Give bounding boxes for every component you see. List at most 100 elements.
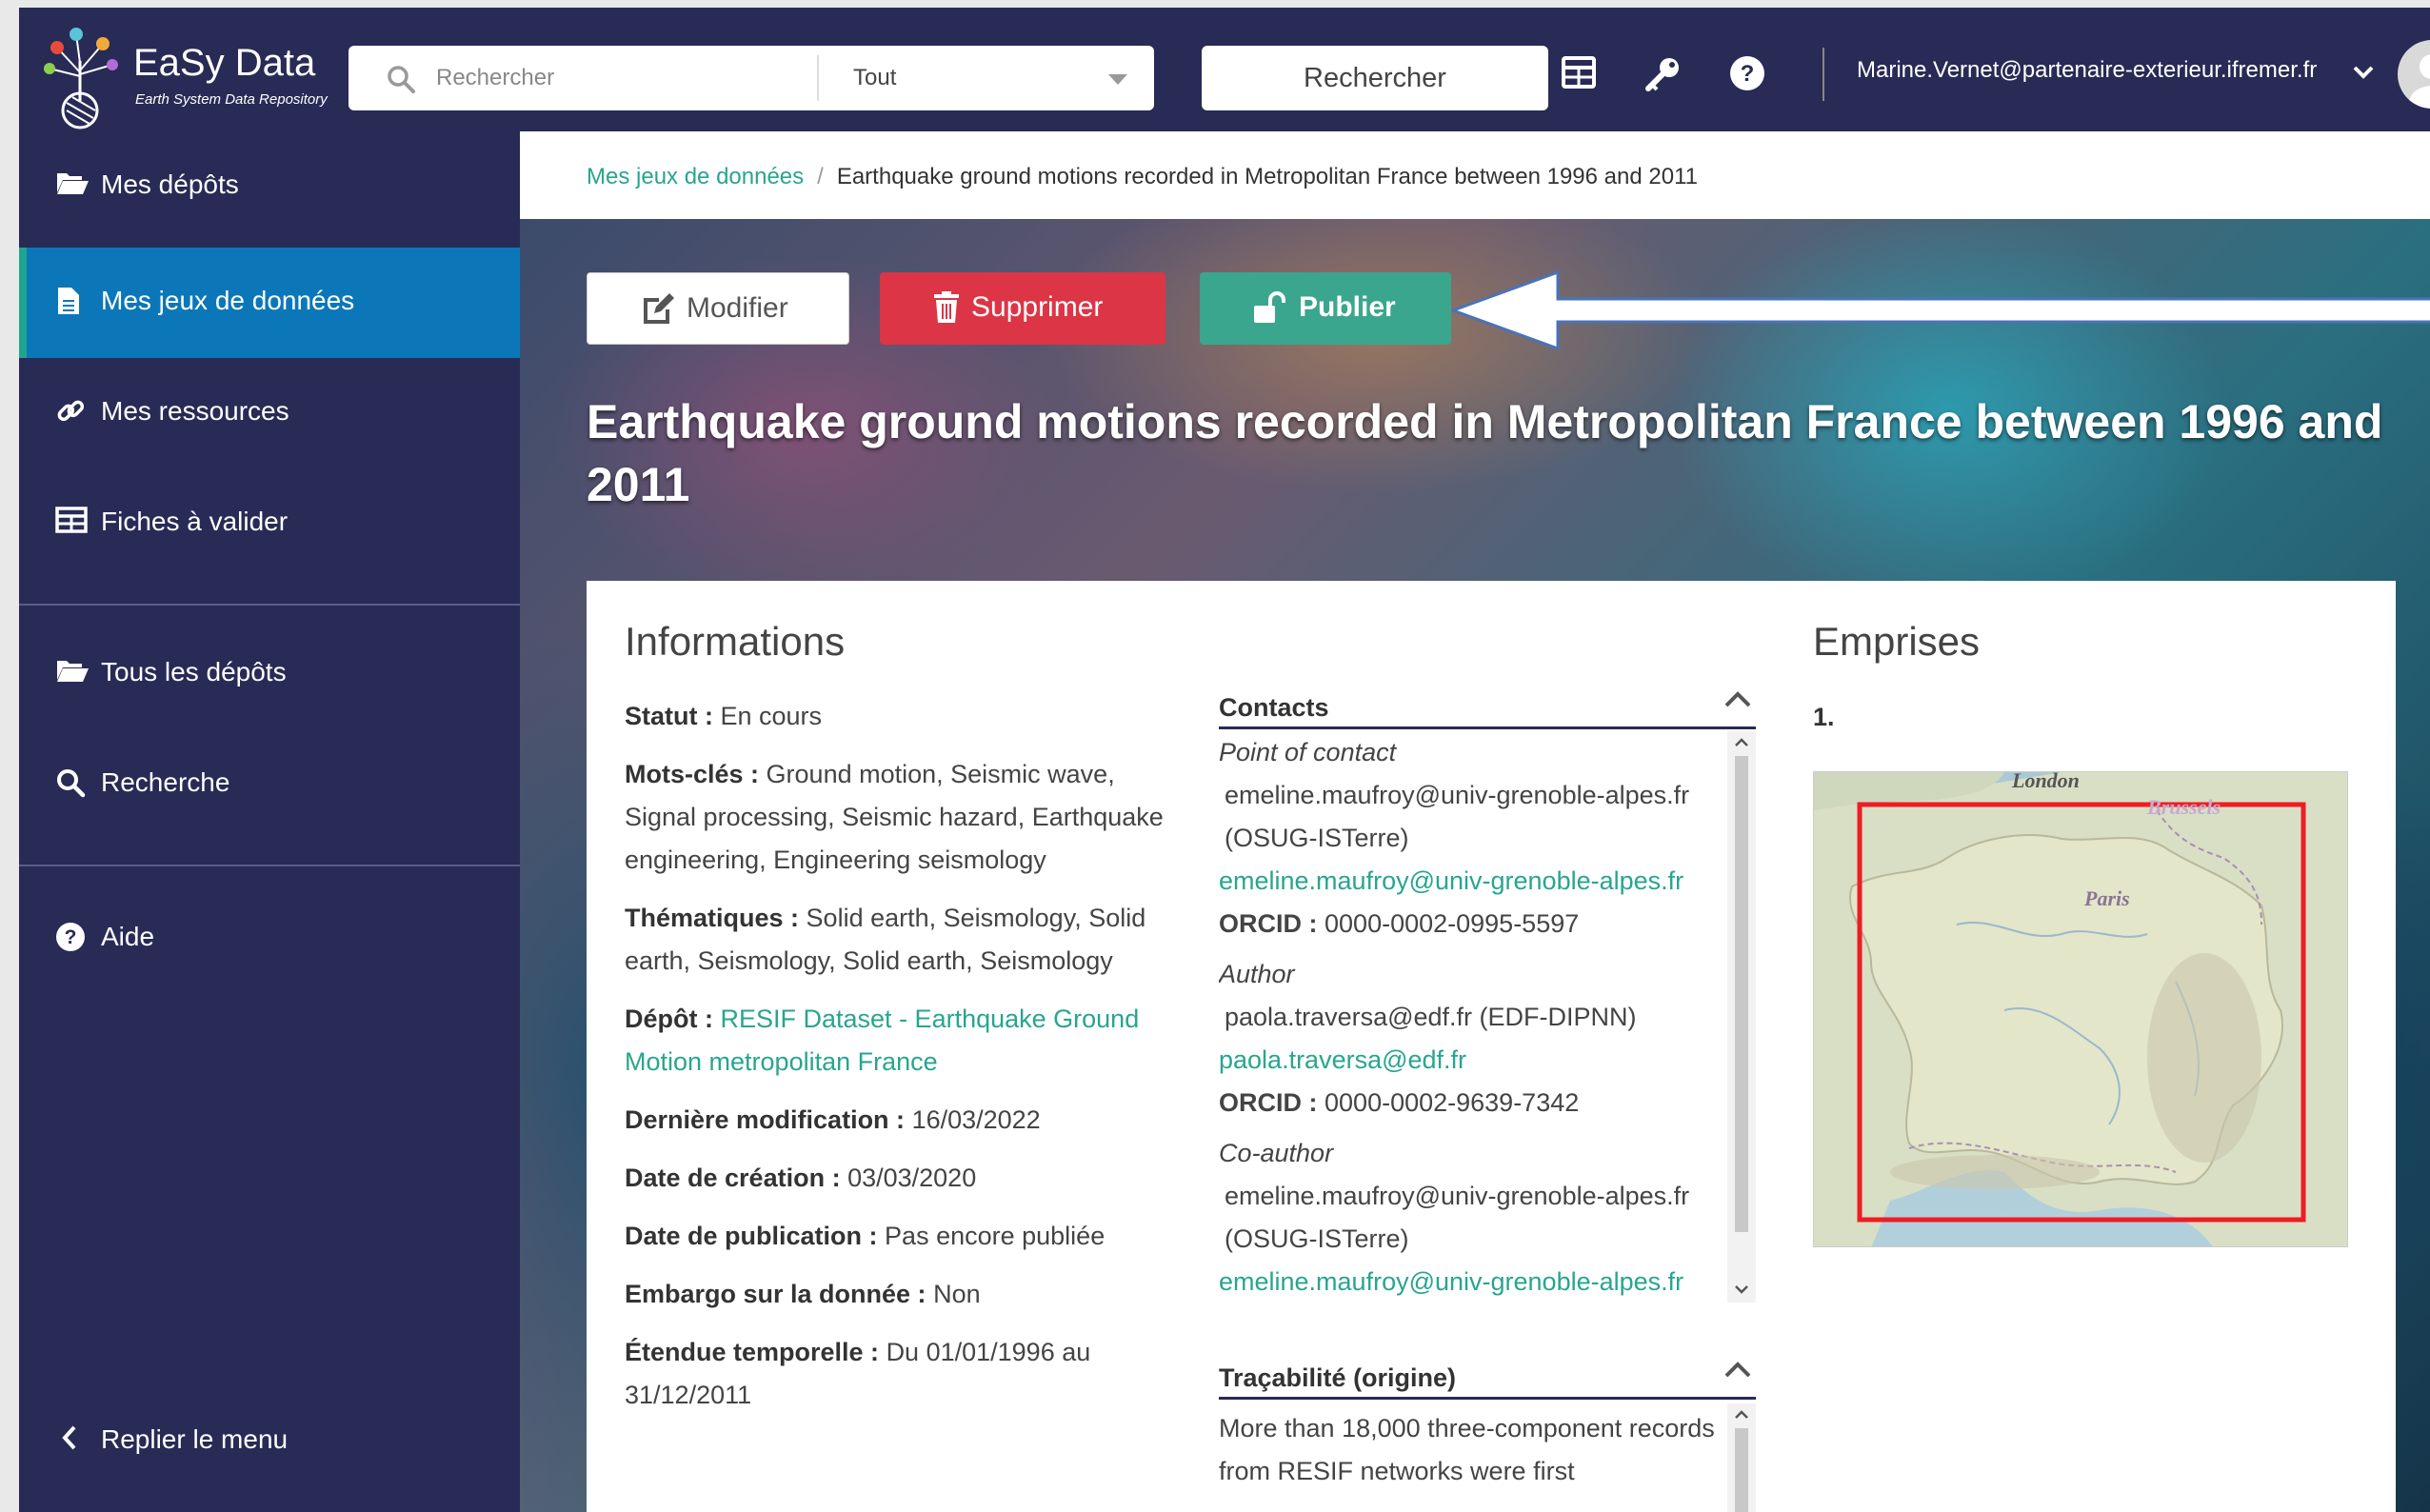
embargo-value: Non xyxy=(933,1280,981,1308)
statut-label: Statut : xyxy=(625,702,713,730)
app-logo[interactable]: EaSy Data Earth System Data Repository xyxy=(38,15,345,133)
mots-cles-row: Mots-clés : Ground motion, Seismic wave,… xyxy=(625,753,1177,882)
chevron-left-icon xyxy=(61,1424,78,1451)
scroll-up-icon[interactable] xyxy=(1732,735,1751,748)
etendue-temporelle-label: Étendue temporelle : xyxy=(625,1338,880,1366)
edit-button-label: Modifier xyxy=(687,292,788,324)
chevron-up-icon[interactable] xyxy=(1723,1360,1752,1379)
contact-email-link[interactable]: emeline.maufroy@univ-grenoble-alpes.fr xyxy=(1219,860,1723,903)
embargo-row: Embargo sur la donnée : Non xyxy=(625,1273,1177,1316)
thematiques-row: Thématiques : Solid earth, Seismology, S… xyxy=(625,897,1177,983)
emprises-title: Emprises xyxy=(1813,619,1981,664)
sidebar-item-label: Aide xyxy=(101,922,155,951)
search-scope-select[interactable]: Tout xyxy=(853,65,896,91)
scrollbar-thumb[interactable] xyxy=(1735,1428,1748,1512)
contacts-panel-header[interactable]: Contacts xyxy=(1219,676,1756,729)
traceability-scrollbar[interactable] xyxy=(1727,1403,1756,1512)
contact-email-link[interactable]: paola.traversa@edf.fr xyxy=(1219,1039,1723,1082)
search-box: Tout xyxy=(349,46,1154,110)
informations-title: Informations xyxy=(625,619,846,664)
date-creation-value: 03/03/2020 xyxy=(847,1164,977,1192)
unlock-icon xyxy=(1253,291,1285,324)
chevron-up-icon[interactable] xyxy=(1723,689,1752,708)
orcid-label: ORCID : xyxy=(1219,1088,1318,1117)
help-icon[interactable]: ? xyxy=(1729,55,1765,91)
sidebar-item-tous-les-depots[interactable]: Tous les dépôts xyxy=(19,619,520,729)
sidebar-item-fiches-a-valider[interactable]: Fiches à valider xyxy=(19,468,520,579)
traceability-text: More than 18,000 three-component records… xyxy=(1219,1414,1715,1485)
map-label-paris: Paris xyxy=(2084,886,2130,910)
sidebar-item-mes-jeux-de-donnees[interactable]: Mes jeux de données xyxy=(19,248,520,358)
svg-text:?: ? xyxy=(1741,61,1755,87)
contact-role: Co-author xyxy=(1219,1139,1334,1167)
avatar[interactable] xyxy=(2398,40,2430,109)
dataset-title: Earthquake ground motions recorded in Me… xyxy=(587,395,2383,511)
orcid-value: 0000-0002-0995-5597 xyxy=(1325,909,1580,938)
breadcrumb: Mes jeux de données / Earthquake ground mo… xyxy=(587,164,1698,190)
sidebar-item-label: Tous les dépôts xyxy=(101,657,287,686)
mots-cles-label: Mots-clés : xyxy=(625,760,760,788)
traceability-panel-header[interactable]: Traçabilité (origine) xyxy=(1219,1346,1756,1400)
derniere-modification-row: Dernière modification : 16/03/2022 xyxy=(625,1099,1177,1142)
search-separator xyxy=(817,55,819,101)
sidebar: Mes dépôts Mes jeux de données Mes resso… xyxy=(19,131,520,1512)
header-divider xyxy=(1822,48,1824,101)
publish-button[interactable]: Publier xyxy=(1200,272,1451,345)
delete-button[interactable]: Supprimer xyxy=(880,272,1165,345)
scrollbar-thumb[interactable] xyxy=(1735,756,1748,1232)
contact-identity: paola.traversa@edf.fr (EDF-DIPNN) xyxy=(1225,1003,1637,1031)
trash-icon xyxy=(933,291,960,324)
chevron-down-icon[interactable] xyxy=(1108,74,1127,86)
breadcrumb-current: Earthquake ground motions recorded in Me… xyxy=(836,164,1698,189)
traceability-content: More than 18,000 three-component records… xyxy=(1219,1403,1756,1512)
edit-button[interactable]: Modifier xyxy=(587,272,849,345)
sidebar-item-label: Fiches à valider xyxy=(101,507,289,536)
derniere-modification-value: 16/03/2022 xyxy=(911,1105,1041,1134)
logo-tree-icon xyxy=(44,28,118,129)
sidebar-divider xyxy=(19,865,520,866)
folder-open-icon xyxy=(55,657,90,684)
map-extent[interactable]: London Brussels Paris xyxy=(1813,771,2348,1247)
date-creation-label: Date de création : xyxy=(625,1164,841,1192)
delete-button-label: Supprimer xyxy=(971,291,1104,323)
sidebar-item-recherche[interactable]: Recherche xyxy=(19,729,520,840)
thematiques-label: Thématiques : xyxy=(625,904,800,932)
file-icon xyxy=(55,286,82,316)
user-email[interactable]: Marine.Vernet@partenaire-exterieur.ifrem… xyxy=(1857,57,2317,84)
orcid-value: 0000-0002-9639-7342 xyxy=(1325,1088,1580,1117)
breadcrumb-link[interactable]: Mes jeux de données xyxy=(587,164,804,189)
contact-orcid: ORCID : 0000-0002-9639-7342 xyxy=(1219,1082,1723,1124)
contact-email-link[interactable]: emeline.maufroy@univ-grenoble-alpes.fr xyxy=(1219,1261,1723,1303)
chevron-down-icon[interactable] xyxy=(2352,65,2375,80)
map-label-brussels: Brussels xyxy=(2147,795,2221,819)
key-icon[interactable] xyxy=(1643,55,1682,93)
etendue-temporelle-row: Étendue temporelle : Du 01/01/1996 au 31… xyxy=(625,1331,1177,1417)
search-icon xyxy=(387,65,415,93)
sidebar-item-mes-ressources[interactable]: Mes ressources xyxy=(19,358,520,468)
traceability-title: Traçabilité (origine) xyxy=(1219,1363,1457,1392)
scroll-up-icon[interactable] xyxy=(1732,1407,1751,1421)
contact-identity: emeline.maufroy@univ-grenoble-alpes.fr (… xyxy=(1225,781,1690,852)
contact-orcid: ORCID : 0000-0002-0995-5597 xyxy=(1219,903,1723,945)
search-input[interactable] xyxy=(436,46,893,110)
sidebar-item-label: Mes ressources xyxy=(101,396,289,426)
orcid-label: ORCID : xyxy=(1219,909,1318,938)
scroll-down-icon[interactable] xyxy=(1732,1283,1751,1297)
top-bar: EaSy Data Earth System Data Repository T… xyxy=(19,8,2430,131)
search-icon xyxy=(55,767,86,798)
folder-open-icon xyxy=(55,169,90,196)
sidebar-item-aide[interactable]: ? Aide xyxy=(19,884,520,994)
sidebar-item-mes-depots[interactable]: Mes dépôts xyxy=(19,131,520,242)
main-content: Mes jeux de données / Earthquake ground mo… xyxy=(520,131,2430,1512)
search-button[interactable]: Rechercher xyxy=(1202,46,1548,110)
collapse-menu-label: Replier le menu xyxy=(101,1424,289,1454)
dataset-card: Informations Statut : En cours Mots-clés… xyxy=(587,581,2396,1512)
annotation-arrow xyxy=(1451,270,2430,350)
grid-icon[interactable] xyxy=(1562,55,1596,90)
contacts-title: Contacts xyxy=(1219,693,1329,722)
collapse-menu-button[interactable]: Replier le menu xyxy=(19,1386,520,1497)
contact-role: Point of contact xyxy=(1219,738,1397,766)
contacts-scrollbar[interactable] xyxy=(1727,731,1756,1303)
sidebar-divider xyxy=(19,604,520,606)
table-icon xyxy=(55,507,88,533)
